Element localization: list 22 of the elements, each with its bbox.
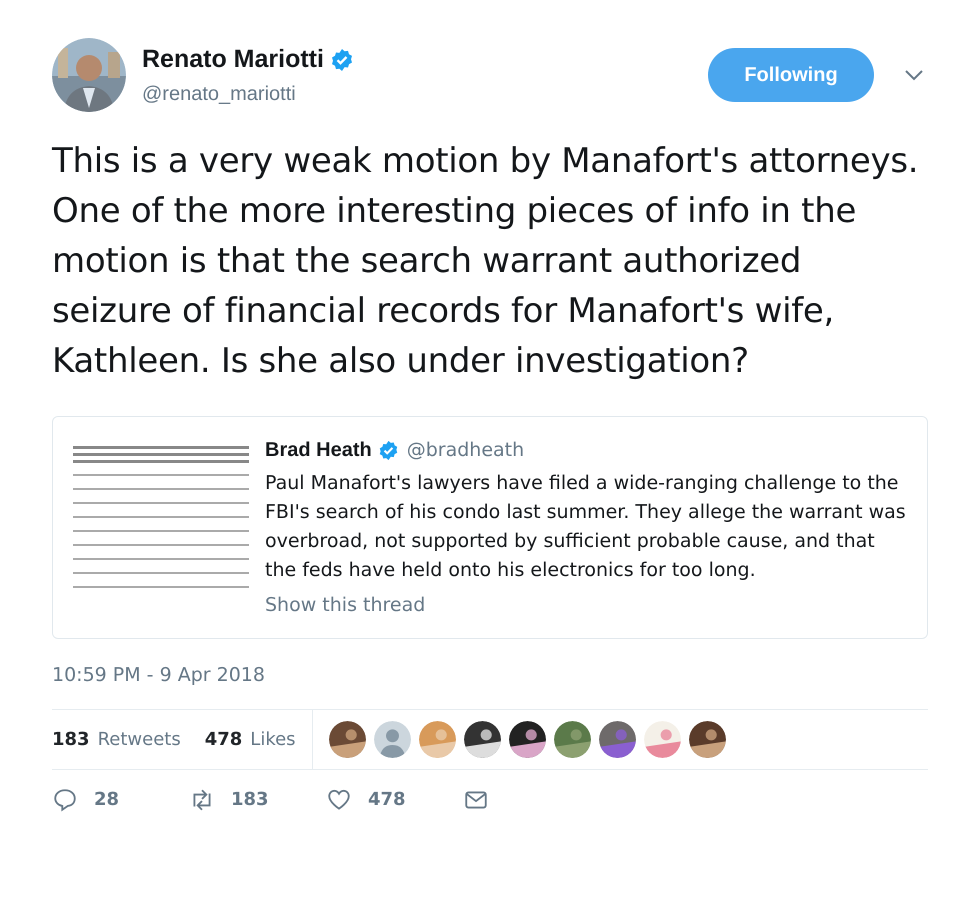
stat-link[interactable]: 478 Likes: [204, 726, 296, 753]
default-avatar-icon[interactable]: [374, 721, 411, 758]
reply-icon[interactable]: [52, 786, 78, 812]
tweet-timestamp[interactable]: 10:59 PM - 9 Apr 2018: [52, 660, 928, 689]
author-handle[interactable]: @renato_mariotti: [142, 78, 354, 109]
quoted-author-handle[interactable]: @bradheath: [406, 436, 524, 464]
quoted-tweet-card[interactable]: [52, 416, 928, 638]
tweet-text: This is a very weak motion by Manafort's attorneys. One of the more interesting pieces of info in the motion is that the search warrant authorized seizure of financial records for Manafort's wife, Kathleen. Is she also under investigation?: [52, 140, 920, 383]
author-name[interactable]: Renato Mariotti: [142, 41, 324, 79]
stat-count: 183: [52, 728, 90, 752]
action-count: 28: [94, 788, 120, 812]
quoted-tweet-text: Paul Manafort's lawyers have filed a wide-ranging challenge to the FBI's search of his condo last summer. They allege the warrant was overbroad, not supported by sufficient probable cause, and that the feds have held onto his electronics for too long.: [265, 471, 907, 583]
following-button[interactable]: Following: [708, 48, 874, 102]
stat-label: Retweets: [98, 728, 181, 752]
stat-count: 478: [204, 728, 242, 752]
caret-icon[interactable]: [904, 69, 924, 81]
show-thread-link[interactable]: Show this thread: [265, 591, 426, 620]
action-count: 478: [368, 788, 406, 812]
stat-link[interactable]: 183 Retweets: [52, 726, 181, 753]
action-count: 183: [231, 788, 269, 812]
stat-label: Likes: [250, 728, 296, 752]
quoted-author-name[interactable]: Brad Heath: [265, 435, 372, 465]
